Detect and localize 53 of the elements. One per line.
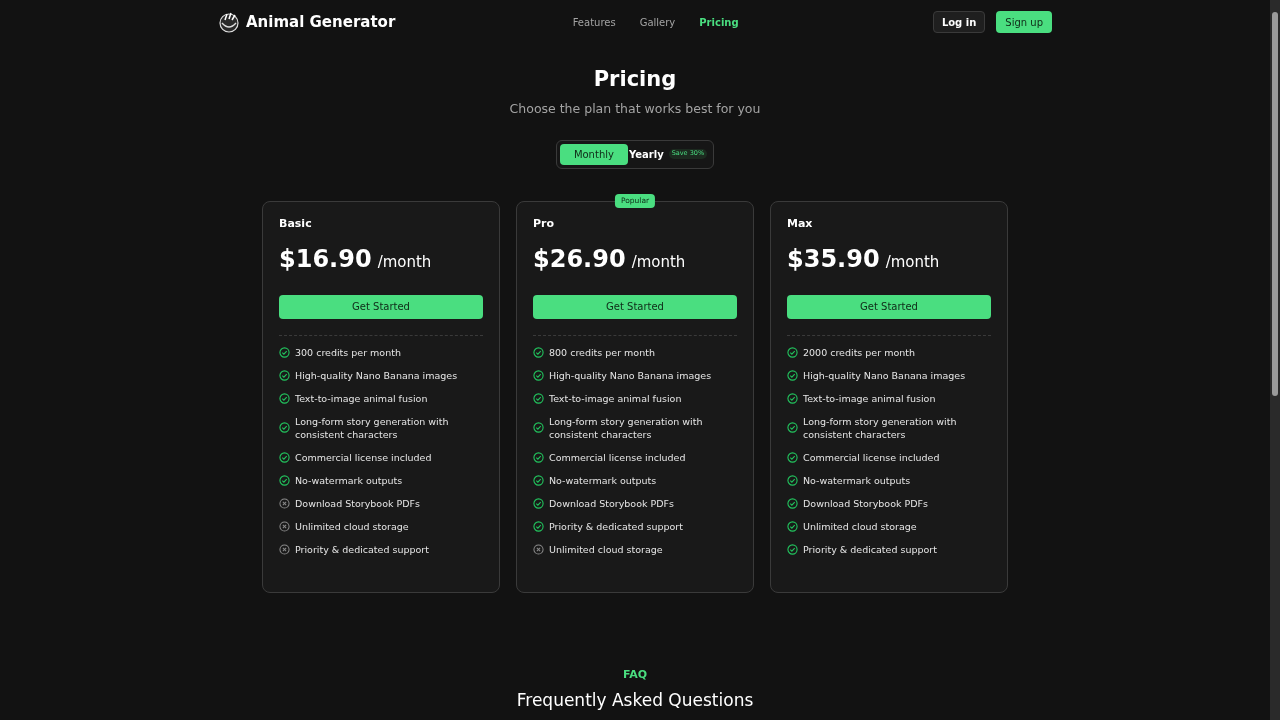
page-subtitle: Choose the plan that works best for you (509, 100, 761, 118)
feature-text: 300 credits per month (295, 345, 401, 359)
plan-name: Pro (533, 215, 556, 232)
feature-text: Download Storybook PDFs (549, 496, 674, 510)
feature-text: Priority & dedicated support (295, 542, 429, 556)
nav-link[interactable]: Pricing (699, 14, 739, 30)
feature-text: High-quality Nano Banana images (295, 368, 458, 382)
get-started-button[interactable]: Get Started (533, 294, 737, 319)
feature-text: High-quality Nano Banana images (549, 368, 712, 382)
price-period: /month (631, 251, 686, 273)
feature-text: 2000 credits per month (803, 345, 915, 359)
feature-text: Download Storybook PDFs (295, 496, 420, 510)
plan-price: $26.90 (533, 243, 626, 275)
page-title: Pricing (593, 66, 677, 93)
price-period: /month (377, 251, 432, 273)
plan-name: Basic (279, 215, 313, 232)
feature-text: Text-to-image animal fusion (295, 391, 428, 405)
feature-text: Priority & dedicated support (549, 519, 683, 533)
feature-text: High-quality Nano Banana images (803, 368, 966, 382)
price-period: /month (885, 251, 940, 273)
signup-button[interactable]: Sign up (996, 11, 1052, 33)
feature-text: No-watermark outputs (803, 473, 911, 487)
faq-label: FAQ (622, 666, 648, 683)
feature-text: No-watermark outputs (295, 473, 403, 487)
feature-text: Unlimited cloud storage (295, 519, 409, 533)
login-button[interactable]: Log in (932, 11, 986, 33)
feature-text: Commercial license included (549, 450, 686, 464)
billing-option[interactable]: Monthly (559, 143, 628, 165)
feature-text: Long-form story generation with consistent characters (295, 414, 450, 441)
plan-price: $16.90 (279, 243, 372, 275)
plan-name: Max (787, 215, 814, 232)
feature-text: Unlimited cloud storage (803, 519, 917, 533)
billing-option[interactable]: Yearly (627, 143, 665, 165)
brand-name[interactable]: Animal Generator (246, 10, 396, 34)
plan-price: $35.90 (787, 243, 880, 275)
nav-link[interactable]: Gallery (639, 14, 676, 30)
feature-text: Commercial license included (295, 450, 432, 464)
feature-text: Unlimited cloud storage (549, 542, 663, 556)
nav-link[interactable]: Features (572, 14, 616, 30)
feature-text: Long-form story generation with consistent characters (549, 414, 704, 441)
feature-text: No-watermark outputs (549, 473, 657, 487)
feature-text: 800 credits per month (549, 345, 655, 359)
faq-title: Frequently Asked Questions (516, 689, 754, 712)
get-started-button[interactable]: Get Started (787, 294, 991, 319)
feature-text: Text-to-image animal fusion (549, 391, 682, 405)
scrollbar[interactable] (1270, 0, 1280, 720)
feature-text: Priority & dedicated support (803, 542, 937, 556)
logo-icon[interactable] (218, 11, 240, 33)
feature-text: Commercial license included (803, 450, 940, 464)
feature-text: Text-to-image animal fusion (803, 391, 936, 405)
feature-text: Long-form story generation with consistent characters (803, 414, 958, 441)
get-started-button[interactable]: Get Started (279, 294, 483, 319)
feature-text: Download Storybook PDFs (803, 496, 928, 510)
